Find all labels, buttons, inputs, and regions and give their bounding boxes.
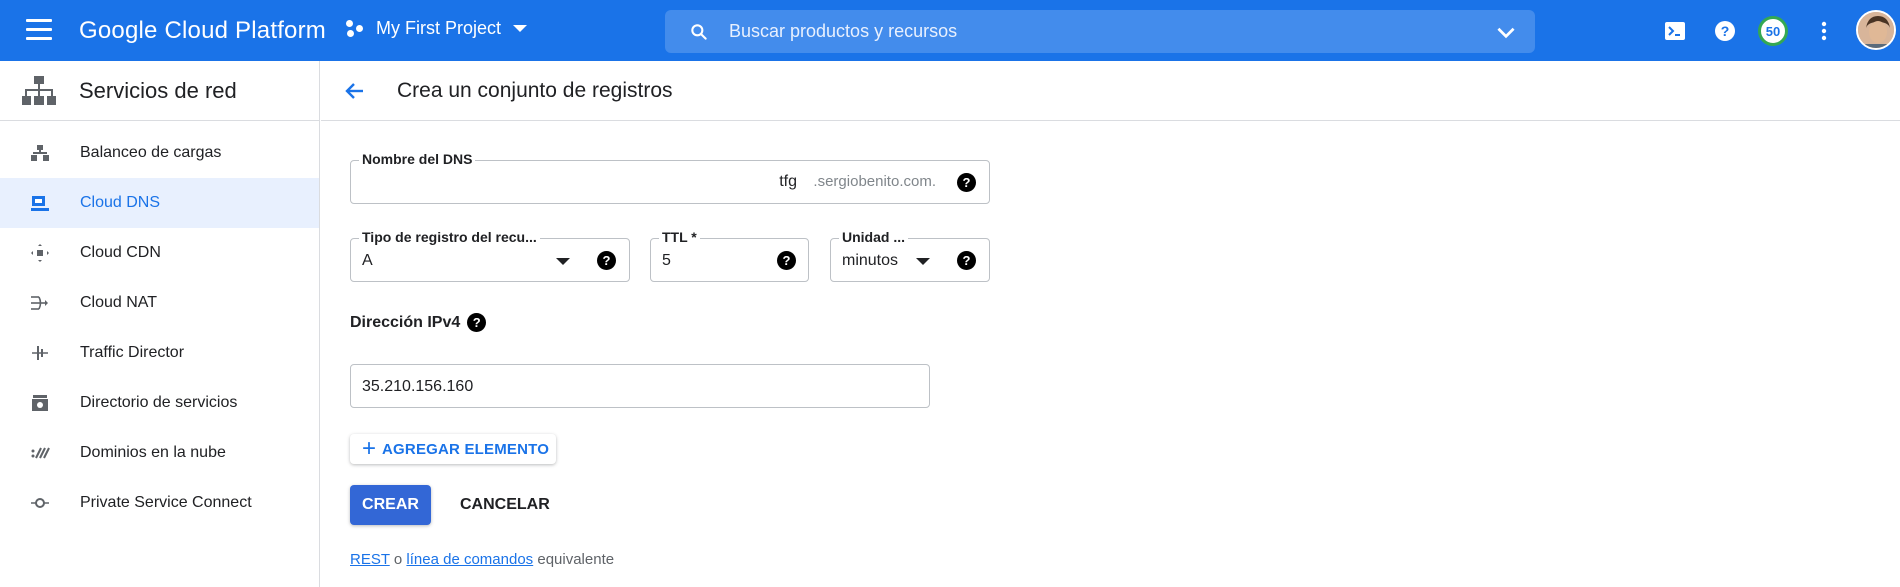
ipv4-input[interactable]: 35.210.156.160 bbox=[362, 378, 473, 396]
sidebar-item-label: Balanceo de cargas bbox=[80, 144, 222, 161]
help-icon[interactable]: ? bbox=[467, 313, 487, 332]
svg-text:?: ? bbox=[1721, 23, 1730, 39]
search-icon bbox=[691, 23, 707, 40]
sidebar-title: Servicios de red bbox=[79, 77, 237, 103]
add-icon: + bbox=[362, 435, 377, 462]
sidebar-item-label: Cloud NAT bbox=[80, 294, 158, 311]
page-header: Crea un conjunto de registros bbox=[321, 61, 1900, 121]
network-services-icon bbox=[22, 75, 56, 105]
project-name: My First Project bbox=[376, 18, 502, 38]
dns-name-label: Nombre del DNS bbox=[359, 151, 476, 167]
help-icon[interactable]: ? bbox=[597, 251, 616, 270]
sidebar-item-traffic-director[interactable]: Traffic Director bbox=[0, 328, 319, 378]
dns-name-field[interactable]: Nombre del DNS tfg .sergiobenito.com. ? bbox=[350, 151, 990, 204]
record-type-select[interactable]: Tipo de registro del recu... A ? bbox=[350, 229, 630, 282]
sidebar-item-label: Private Service Connect bbox=[80, 494, 252, 511]
rest-link[interactable]: REST bbox=[350, 551, 390, 568]
notifications-badge[interactable]: 50 bbox=[1758, 16, 1788, 46]
create-button[interactable]: CREAR bbox=[350, 485, 431, 525]
page-title: Crea un conjunto de registros bbox=[397, 78, 673, 102]
ipv4-heading: Dirección IPv4 ? bbox=[350, 313, 487, 332]
sidebar-item-label: Traffic Director bbox=[80, 344, 185, 361]
ipv4-field[interactable]: 35.210.156.160 bbox=[350, 364, 930, 408]
menu-icon[interactable] bbox=[26, 19, 52, 41]
private-service-connect-icon bbox=[30, 493, 50, 513]
cdn-icon bbox=[30, 243, 50, 263]
sidebar-item-cloud-nat[interactable]: Cloud NAT bbox=[0, 278, 319, 328]
record-type-value: A bbox=[362, 252, 373, 269]
sidebar-item-load-balancing[interactable]: Balanceo de cargas bbox=[0, 128, 319, 178]
record-type-label: Tipo de registro del recu... bbox=[359, 229, 540, 245]
service-directory-icon bbox=[30, 393, 50, 413]
search-bar[interactable]: Buscar productos y recursos bbox=[665, 10, 1535, 53]
rest-suffix-text: equivalente bbox=[537, 551, 615, 568]
more-vert-icon[interactable] bbox=[1812, 19, 1836, 43]
ttl-label: TTL * bbox=[659, 229, 700, 245]
arrow-back-icon[interactable] bbox=[343, 79, 367, 103]
help-icon[interactable]: ? bbox=[957, 173, 976, 192]
cancel-button[interactable]: CANCELAR bbox=[450, 485, 560, 525]
cloud-domains-icon bbox=[30, 443, 50, 463]
add-item-button[interactable]: + AGREGAR ELEMENTO bbox=[350, 434, 556, 464]
ipv4-label: Dirección IPv4 bbox=[350, 313, 461, 331]
sidebar: Servicios de red Balanceo de cargas Clou… bbox=[0, 61, 320, 587]
ttl-input[interactable]: 5 bbox=[662, 252, 671, 270]
dns-suffix: .sergiobenito.com. bbox=[813, 173, 936, 190]
user-photo-icon bbox=[1858, 12, 1894, 48]
sidebar-item-label: Dominios en la nube bbox=[80, 444, 226, 461]
sidebar-header: Servicios de red bbox=[0, 61, 319, 121]
add-item-label: AGREGAR ELEMENTO bbox=[382, 440, 550, 458]
dropdown-arrow-icon bbox=[916, 258, 930, 265]
sidebar-item-label: Cloud DNS bbox=[80, 194, 161, 211]
chevron-down-icon bbox=[513, 25, 528, 32]
dns-name-input[interactable]: tfg bbox=[779, 173, 797, 191]
nat-icon bbox=[30, 293, 50, 313]
ttl-unit-value: minutos bbox=[842, 252, 899, 269]
ttl-field[interactable]: TTL * 5 ? bbox=[650, 229, 809, 282]
top-app-bar: Google Cloud Platform My First Project B… bbox=[0, 0, 1900, 61]
sidebar-item-private-service-connect[interactable]: Private Service Connect bbox=[0, 478, 319, 528]
sidebar-item-label: Cloud CDN bbox=[80, 244, 161, 261]
traffic-director-icon bbox=[30, 343, 50, 363]
brand-title[interactable]: Google Cloud Platform bbox=[79, 17, 326, 45]
command-line-link[interactable]: línea de comandos bbox=[406, 551, 533, 568]
avatar[interactable] bbox=[1856, 10, 1896, 50]
sidebar-item-cloud-cdn[interactable]: Cloud CDN bbox=[0, 228, 319, 278]
search-input[interactable]: Buscar productos y recursos bbox=[729, 21, 1493, 42]
help-icon[interactable]: ? bbox=[777, 251, 796, 270]
load-balancing-icon bbox=[30, 143, 50, 163]
project-icon bbox=[346, 19, 366, 38]
help-icon[interactable]: ? bbox=[1713, 19, 1737, 43]
dns-icon bbox=[30, 193, 50, 213]
sidebar-item-label: Directorio de servicios bbox=[80, 394, 238, 411]
project-selector[interactable]: My First Project bbox=[346, 18, 528, 39]
dropdown-arrow-icon bbox=[556, 258, 570, 265]
sidebar-item-cloud-dns[interactable]: Cloud DNS bbox=[0, 178, 319, 228]
rest-or-text: o bbox=[393, 551, 403, 568]
ttl-unit-select[interactable]: Unidad ... minutos ? bbox=[830, 229, 990, 282]
help-icon[interactable]: ? bbox=[957, 251, 976, 270]
cloud-shell-icon[interactable] bbox=[1663, 19, 1687, 43]
sidebar-item-cloud-domains[interactable]: Dominios en la nube bbox=[0, 428, 319, 478]
chevron-down-icon[interactable] bbox=[1493, 19, 1519, 45]
sidebar-item-service-directory[interactable]: Directorio de servicios bbox=[0, 378, 319, 428]
equivalent-links: REST o línea de comandos equivalente bbox=[350, 551, 614, 568]
ttl-unit-label: Unidad ... bbox=[839, 229, 908, 245]
